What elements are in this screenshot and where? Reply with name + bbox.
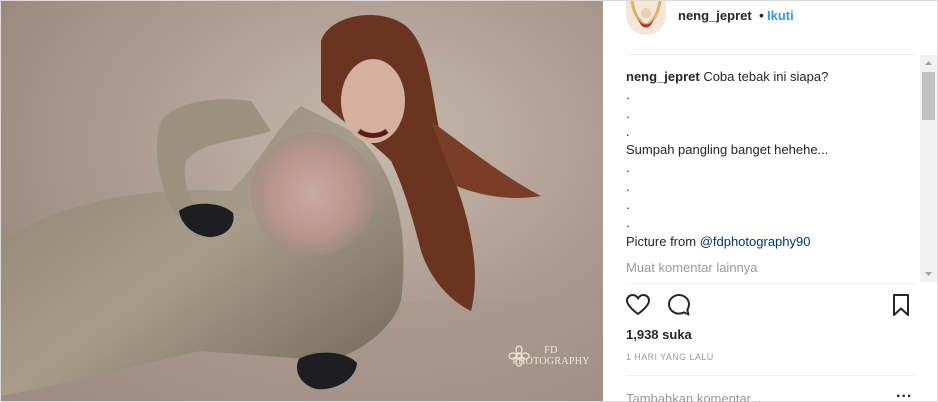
bookmark-icon[interactable] xyxy=(887,291,915,319)
add-comment-input[interactable] xyxy=(626,388,886,402)
post-timestamp: 1 HARI YANG LALU xyxy=(626,352,714,362)
caption-text: Coba tebak ini siapa? xyxy=(703,69,829,84)
more-options-button[interactable]: ... xyxy=(896,384,912,402)
caption-line: . xyxy=(626,105,630,121)
mention-link[interactable]: @fdphotography90 xyxy=(700,234,811,249)
caption-line: . xyxy=(626,178,630,194)
caption-line: . xyxy=(626,123,630,139)
caption-line: . xyxy=(626,197,630,213)
credit-prefix: Picture from xyxy=(626,233,700,249)
comment-bubble-icon[interactable] xyxy=(665,291,693,319)
actions-divider xyxy=(626,283,915,284)
post-photo[interactable]: FD PHOTOGRAPHY xyxy=(1,1,603,401)
avatar[interactable] xyxy=(626,1,666,35)
header-separator: • xyxy=(759,7,764,23)
header-divider xyxy=(626,54,915,55)
avatar-image-icon xyxy=(626,1,666,35)
comments-area: neng_jepret Coba tebak ini siapa? . . . … xyxy=(626,68,918,284)
caption-line: . xyxy=(626,215,630,231)
scrollbar-thumb[interactable] xyxy=(922,72,935,120)
caption-credit: Picture from @fdphotography90 xyxy=(626,233,918,251)
post-header: neng_jepret • Ikuti xyxy=(604,1,937,55)
scroll-up-arrow-icon[interactable] xyxy=(920,55,937,71)
post-side-panel: neng_jepret • Ikuti neng_jepret Coba teb… xyxy=(604,1,937,402)
photo-illustration xyxy=(1,14,603,401)
load-more-comments-link[interactable]: Muat komentar lainnya xyxy=(626,259,918,277)
caption-line: . xyxy=(626,160,630,176)
photographer-watermark: FD PHOTOGRAPHY xyxy=(506,345,596,367)
post-username[interactable]: neng_jepret xyxy=(678,8,752,23)
comments-scrollbar[interactable] xyxy=(920,55,937,282)
caption-username[interactable]: neng_jepret xyxy=(626,69,700,84)
caption-line: Sumpah pangling banget hehehe... xyxy=(626,142,829,158)
caption-first-line: neng_jepret Coba tebak ini siapa? xyxy=(626,68,918,86)
caption-line: . xyxy=(626,87,630,103)
flower-logo-icon xyxy=(508,345,530,367)
comment-input-divider xyxy=(626,375,915,376)
like-count[interactable]: 1,938 suka xyxy=(626,327,692,342)
scroll-down-arrow-icon[interactable] xyxy=(920,266,937,282)
heart-outline-icon[interactable] xyxy=(624,291,652,319)
follow-button[interactable]: Ikuti xyxy=(767,8,794,23)
